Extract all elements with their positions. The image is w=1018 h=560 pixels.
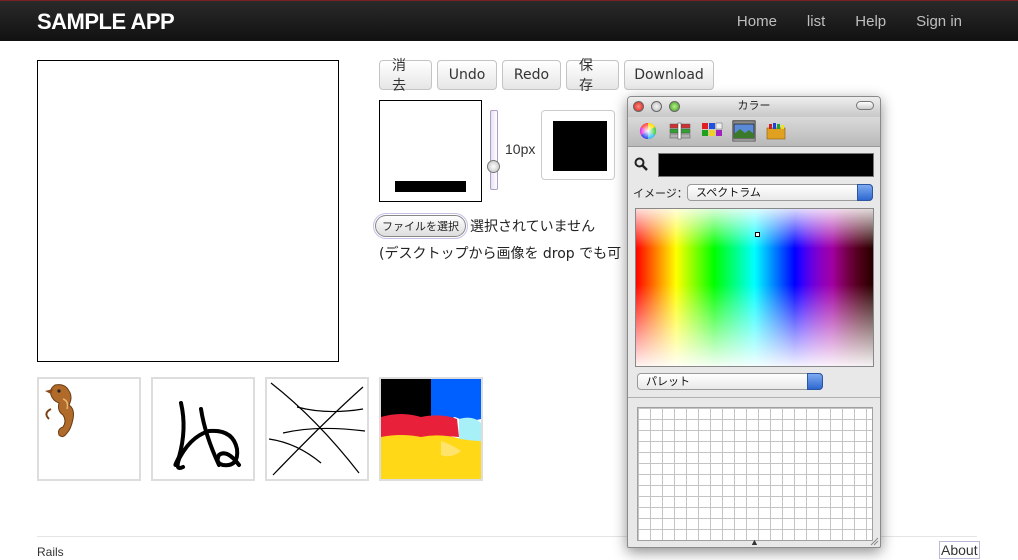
nav-sign-in-link[interactable]: Sign in <box>916 13 962 30</box>
brand-logo[interactable]: SAMPLE APP <box>37 9 175 35</box>
select-arrow-icon <box>807 373 823 390</box>
current-color-swatch[interactable] <box>553 121 607 171</box>
magnifier-picker-icon[interactable] <box>634 157 648 171</box>
minimize-window-icon[interactable] <box>651 101 662 112</box>
color-picker-button[interactable] <box>541 110 615 180</box>
palette-action-select-value: パレット <box>646 375 690 388</box>
current-color-well[interactable] <box>658 153 874 177</box>
zoom-window-icon[interactable] <box>669 101 680 112</box>
save-button[interactable]: 保存 <box>566 58 619 94</box>
footer-about-link[interactable]: About <box>939 541 980 559</box>
undo-button[interactable]: Undo <box>437 60 497 90</box>
clear-button[interactable]: 消去 <box>379 58 432 94</box>
scribble-nu-thumbnail[interactable] <box>151 377 255 481</box>
brush-size-slider[interactable] <box>487 110 500 190</box>
slider-thumb[interactable] <box>487 160 500 173</box>
color-swatch-grid[interactable] <box>637 407 873 541</box>
color-wheel-icon <box>639 122 657 140</box>
color-blocks-image <box>381 379 481 479</box>
slider-track[interactable] <box>490 110 498 190</box>
spectrum-image[interactable] <box>635 208 874 367</box>
file-status-text: 選択されていません <box>470 219 596 235</box>
brush-stroke-sample <box>395 181 466 192</box>
nav-help-link[interactable]: Help <box>855 13 886 30</box>
palette-action-select[interactable]: パレット <box>637 373 823 390</box>
panel-divider <box>628 397 880 398</box>
select-arrows-icon <box>857 184 873 201</box>
color-picker-window: カラー イメージ： スペクトラム パレット ▲ <box>627 96 881 548</box>
toolbar-toggle-icon[interactable] <box>856 101 874 110</box>
lines-thumbnail[interactable] <box>265 377 369 481</box>
drop-hint-text: (デスクトップから画像を drop でも可 <box>379 246 622 262</box>
resize-grip-icon[interactable] <box>869 536 879 546</box>
close-window-icon[interactable] <box>633 101 644 112</box>
color-mode-tabs <box>628 117 880 147</box>
nav-home-link[interactable]: Home <box>737 13 777 30</box>
canvas-toolbar: 消去 Undo Redo 保存 Download <box>379 58 714 94</box>
top-navbar: SAMPLE APP Home list Help Sign in <box>0 0 1018 41</box>
image-palettes-tab[interactable] <box>732 120 756 142</box>
nav-links: Home list Help Sign in <box>707 13 962 30</box>
color-blocks-thumbnail[interactable] <box>379 377 483 481</box>
image-palette-icon <box>733 123 755 139</box>
image-palette-select-value: スペクトラム <box>696 186 761 199</box>
brush-size-label: 10px <box>505 141 536 157</box>
image-list-label: イメージ： <box>633 187 688 200</box>
crayon-box-icon <box>766 123 786 140</box>
sliders-tab[interactable] <box>668 120 692 142</box>
footer-rails-text: Rails <box>37 545 64 559</box>
file-input-row: ファイルを選択 選択されていません <box>373 213 596 239</box>
palettes-tab[interactable] <box>700 120 724 142</box>
download-button[interactable]: Download <box>624 60 714 90</box>
choose-file-button[interactable]: ファイルを選択 <box>373 213 468 239</box>
seahorse-thumbnail[interactable] <box>37 377 141 481</box>
color-sliders-icon <box>669 122 691 140</box>
color-wheel-tab[interactable] <box>636 120 660 142</box>
drawing-canvas[interactable] <box>37 60 339 362</box>
nu-scribble-image <box>173 401 241 470</box>
crayons-tab[interactable] <box>764 120 788 142</box>
color-window-title: カラー <box>737 99 771 112</box>
swatch-drawer-handle-icon[interactable]: ▲ <box>750 537 759 547</box>
brush-size-preview <box>379 100 482 202</box>
seahorse-image <box>45 384 74 438</box>
color-palettes-icon <box>702 122 723 136</box>
nav-list-link[interactable]: list <box>807 13 825 30</box>
image-palette-select[interactable]: スペクトラム <box>687 184 873 201</box>
redo-button[interactable]: Redo <box>502 60 561 90</box>
spectrum-selection-marker[interactable] <box>755 232 760 237</box>
crossing-lines-image <box>268 382 366 476</box>
color-window-titlebar[interactable]: カラー <box>628 97 880 117</box>
